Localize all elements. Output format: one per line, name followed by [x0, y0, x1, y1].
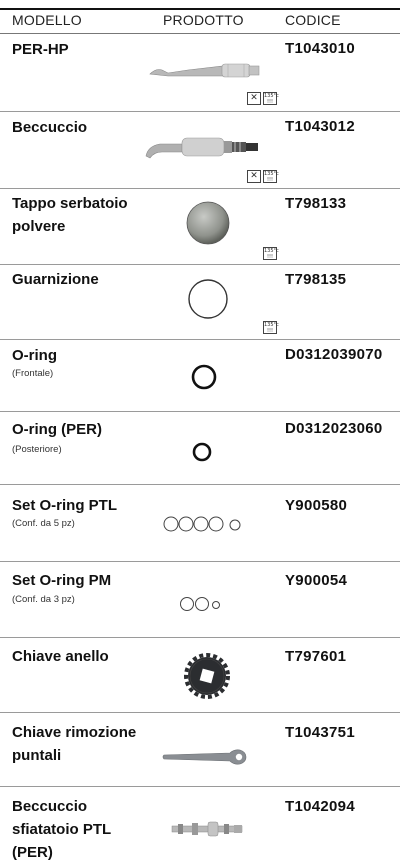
model-note: (Frontale) — [12, 368, 54, 379]
autoclave-icon: 135°c!!! — [263, 170, 279, 183]
row-divider — [0, 561, 400, 562]
o-ring-front-image — [191, 364, 217, 390]
row-divider — [0, 484, 400, 485]
product-code: D0312039070 — [285, 346, 383, 363]
model-name: Guarnizione — [12, 271, 99, 288]
row-divider — [0, 264, 400, 265]
washer-safe-icon: ✕ — [247, 170, 261, 183]
product-code: T1043751 — [285, 724, 355, 741]
beccuccio-sfiatatoio-image — [171, 821, 243, 837]
model-name: PER-HP — [12, 41, 69, 58]
model-name: Chiave rimozione puntali — [12, 724, 137, 764]
header-prodotto: PRODOTTO — [163, 12, 244, 28]
product-code: T797601 — [285, 648, 347, 665]
model-name: Beccuccio — [12, 119, 88, 136]
header-divider — [0, 33, 400, 34]
row-divider — [0, 786, 400, 787]
autoclave-icon: 135°c!!! — [263, 321, 279, 334]
row-divider — [0, 712, 400, 713]
product-code: Y900054 — [285, 572, 348, 589]
product-code: T1042094 — [285, 798, 355, 815]
model-note: (Conf. da 3 pz) — [12, 594, 75, 605]
model-name: O-ring (PER) — [12, 421, 102, 438]
tappo-cap-image — [186, 201, 230, 245]
guarnizione-ring-image — [188, 279, 228, 319]
model-name: Set O-ring PM — [12, 572, 112, 589]
model-name: Tappo serbatoio polvere — [12, 195, 128, 235]
per-hp-handpiece-image — [149, 63, 260, 78]
header-modello: MODELLO — [12, 12, 82, 28]
washer-safe-icon: ✕ — [247, 92, 261, 105]
product-code: T798135 — [285, 271, 347, 288]
model-note: (Conf. da 5 pz) — [12, 518, 75, 529]
model-note: (Posteriore) — [12, 444, 62, 455]
row-divider — [0, 339, 400, 340]
product-code: D0312023060 — [285, 420, 383, 437]
row-divider — [0, 188, 400, 189]
model-name: Set O-ring PTL — [12, 497, 117, 514]
chiave-rimozione-wrench-image — [162, 749, 247, 765]
o-ring-set-pm-image — [180, 597, 220, 611]
autoclave-icon: 135°c!!! — [263, 92, 279, 105]
table-top-rule — [0, 8, 400, 10]
product-code: T1043010 — [285, 40, 355, 57]
chiave-anello-wrench-image — [184, 653, 230, 699]
o-ring-set-ptl-image — [163, 516, 241, 532]
model-name: O-ring — [12, 347, 57, 364]
product-code: T798133 — [285, 195, 347, 212]
product-code: T1043012 — [285, 118, 355, 135]
product-code: Y900580 — [285, 497, 348, 514]
header-codice: CODICE — [285, 12, 341, 28]
model-name: Chiave anello — [12, 648, 109, 665]
o-ring-rear-image — [192, 442, 212, 462]
beccuccio-nozzle-image — [145, 137, 258, 159]
row-divider — [0, 637, 400, 638]
row-divider — [0, 111, 400, 112]
model-name: Beccuccio sfiatatoio PTL (PER) — [12, 798, 111, 861]
row-divider — [0, 411, 400, 412]
autoclave-icon: 135°c!!! — [263, 247, 279, 260]
